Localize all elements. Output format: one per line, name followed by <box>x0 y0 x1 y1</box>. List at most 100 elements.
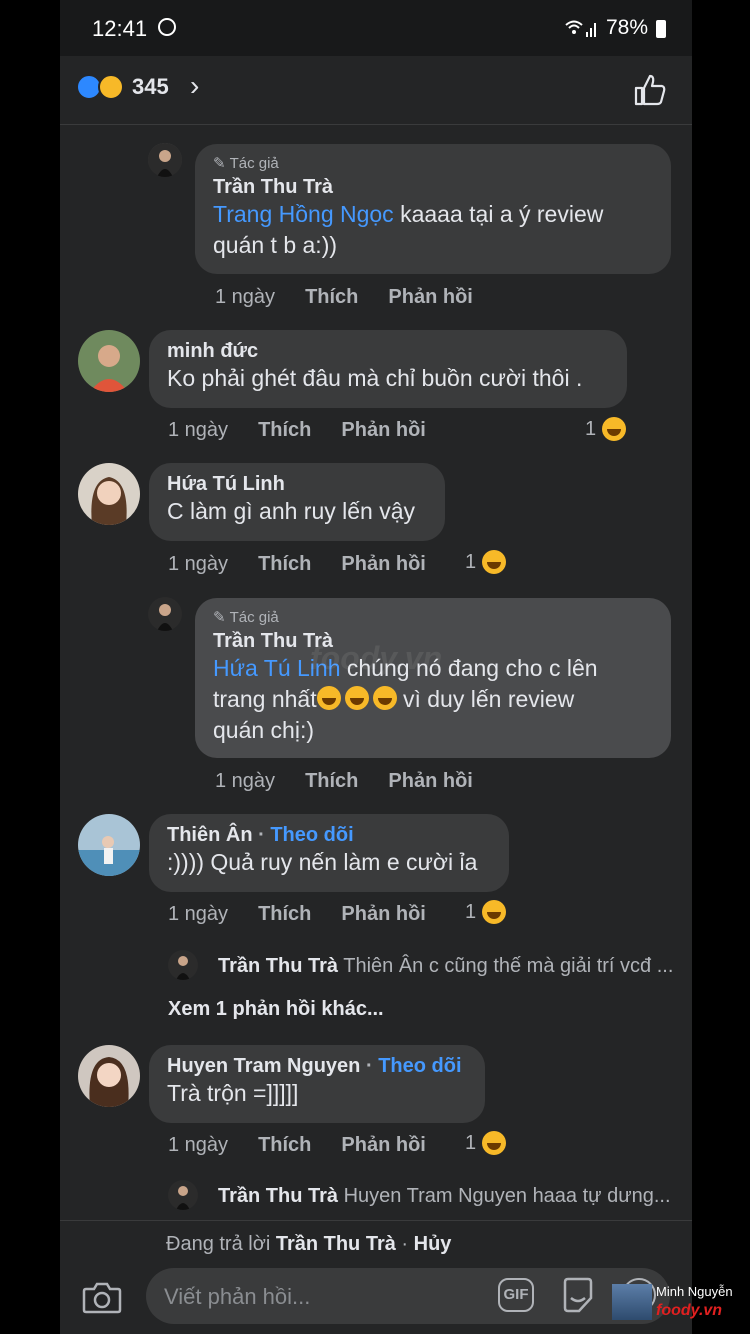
camera-icon[interactable] <box>82 1280 122 1314</box>
crying-laughing-emoji <box>316 686 341 710</box>
chevron-right-icon[interactable]: › <box>190 70 199 102</box>
follow-button[interactable]: Theo dõi <box>270 824 353 846</box>
comment-bubble: Huyen Tram Nguyen · Theo dõi Trà trộn =]… <box>149 1045 485 1123</box>
comment-bubble: ✎ Tác giả Trần Thu Trà Hứa Tú Linh chúng… <box>195 598 671 758</box>
wifi-signal-icon <box>565 20 596 37</box>
comment-time: 1 ngày <box>168 553 229 575</box>
like-button[interactable]: Thích <box>258 553 311 576</box>
author-tag: ✎ Tác giả <box>213 608 653 627</box>
foody-watermark: foody.vn <box>310 640 443 676</box>
avatar[interactable] <box>78 330 140 392</box>
like-button[interactable]: Thích <box>305 286 358 309</box>
comments-screen: 12:41 78% 345 › ✎ Tác giả Trần Thu Trà T… <box>60 0 692 1334</box>
like-button[interactable]: Thích <box>305 770 358 793</box>
mention-link[interactable]: Trang Hồng Ngọc <box>213 201 394 227</box>
pencil-icon: ✎ <box>213 609 226 626</box>
commenter-name[interactable]: Trần Thu Trà <box>213 176 653 199</box>
comment-text-part: quán t b a:)) <box>213 232 338 258</box>
reply-button[interactable]: Phản hồi <box>388 286 472 309</box>
avatar-photo <box>78 1045 140 1107</box>
status-indicators: 78% <box>564 16 666 40</box>
crying-laughing-emoji <box>372 686 397 710</box>
reaction-count: 1 <box>465 550 477 573</box>
haha-reaction-icon <box>98 74 124 100</box>
commenter-name[interactable]: Thiên Ân <box>167 824 253 846</box>
comment-text: C làm gì anh ruy lến vậy <box>167 498 416 524</box>
comment-actions: 1 ngày Thích Phản hồi <box>168 553 426 576</box>
comment-text-part: vì duy lến review <box>396 686 575 712</box>
avatar-photo <box>168 1180 198 1210</box>
separator-dot: · <box>258 824 265 846</box>
comment-text-part: kaaaa tại a ý review <box>393 201 604 227</box>
status-time: 12:41 <box>92 16 148 41</box>
comment-time: 1 ngày <box>168 419 229 441</box>
comment-text: Ko phải ghét đâu mà chỉ buồn cười thôi . <box>167 365 583 391</box>
reaction-summary[interactable]: 1 <box>585 417 627 441</box>
avatar[interactable] <box>168 950 198 980</box>
reply-button[interactable]: Phản hồi <box>341 553 425 576</box>
comment-text: Trà trộn =]]]]] <box>167 1080 299 1106</box>
avatar[interactable] <box>78 814 140 876</box>
sync-icon <box>158 18 176 36</box>
like-button[interactable]: Thích <box>258 419 311 442</box>
haha-reaction-icon <box>482 900 507 924</box>
view-more-replies-link[interactable]: Xem 1 phản hồi khác... <box>168 998 384 1021</box>
reply-input[interactable] <box>162 1280 476 1314</box>
avatar-photo <box>148 143 182 177</box>
reaction-summary[interactable]: 1 <box>465 900 507 924</box>
crying-laughing-emoji <box>344 686 369 710</box>
separator-dot: · <box>395 1233 414 1255</box>
sticker-icon[interactable] <box>560 1276 596 1314</box>
follow-button[interactable]: Theo dõi <box>378 1055 461 1077</box>
avatar[interactable] <box>78 463 140 525</box>
comment-time: 1 ngày <box>215 286 276 308</box>
comment-actions: 1 ngày Thích Phản hồi <box>168 1134 426 1157</box>
status-bar: 12:41 78% <box>60 0 692 56</box>
cancel-reply-button[interactable]: Hủy <box>414 1233 452 1255</box>
comment-bubble: Hứa Tú Linh C làm gì anh ruy lến vậy <box>149 463 445 541</box>
reply-button[interactable]: Phản hồi <box>341 903 425 926</box>
comment-bubble: Thiên Ân · Theo dõi :)))) Quả ruy nến là… <box>149 814 509 892</box>
comment-time: 1 ngày <box>168 903 229 925</box>
avatar-photo <box>148 597 182 631</box>
reply-button[interactable]: Phản hồi <box>341 419 425 442</box>
commenter-name[interactable]: minh đức <box>167 340 609 363</box>
thumbs-up-icon[interactable] <box>630 70 670 110</box>
gif-button[interactable]: GIF <box>498 1278 534 1312</box>
reaction-count: 1 <box>465 900 477 923</box>
haha-reaction-icon <box>482 1131 507 1155</box>
comment-text: Trang Hồng Ngọc kaaaa tại a ý review quá… <box>213 199 653 261</box>
replying-prefix: Đang trả lời <box>166 1233 276 1255</box>
reaction-summary[interactable]: 1 <box>465 550 507 574</box>
comment-composer: GIF <box>60 1268 692 1334</box>
reaction-count: 1 <box>585 417 597 440</box>
like-button[interactable]: Thích <box>258 1134 311 1157</box>
comment-time: 1 ngày <box>168 1134 229 1156</box>
commenter-name[interactable]: Huyen Tram Nguyen <box>167 1055 360 1077</box>
reply-preview-text: Huyen Tram Nguyen haaa tự dưng... <box>338 1185 671 1207</box>
haha-reaction-icon <box>602 417 627 441</box>
author-tag-label: Tác giả <box>229 608 279 626</box>
reply-button[interactable]: Phản hồi <box>388 770 472 793</box>
reactions-header: 345 › <box>60 56 692 125</box>
reply-preview[interactable]: Trần Thu Trà Thiên Ân c cũng thế mà giải… <box>218 955 673 978</box>
replying-to-bar: Đang trả lời Trần Thu Trà · Hủy <box>60 1220 692 1269</box>
reaction-icons[interactable] <box>76 74 128 100</box>
haha-reaction-icon <box>482 550 507 574</box>
reaction-count[interactable]: 345 <box>132 74 169 100</box>
avatar[interactable] <box>148 597 182 631</box>
reply-button[interactable]: Phản hồi <box>341 1134 425 1157</box>
watermark-user: Minh Nguyễn <box>656 1284 733 1299</box>
comment-actions: 1 ngày Thích Phản hồi <box>168 419 426 442</box>
like-button[interactable]: Thích <box>258 903 311 926</box>
avatar[interactable] <box>78 1045 140 1107</box>
author-tag: ✎ Tác giả <box>213 154 653 173</box>
replying-to-text: Đang trả lời Trần Thu Trà · Hủy <box>166 1233 451 1256</box>
commenter-name[interactable]: Hứa Tú Linh <box>167 473 427 496</box>
reply-preview[interactable]: Trần Thu Trà Huyen Tram Nguyen haaa tự d… <box>218 1185 671 1208</box>
comment-time: 1 ngày <box>215 770 276 792</box>
author-tag-label: Tác giả <box>229 154 279 172</box>
avatar[interactable] <box>148 143 182 177</box>
avatar[interactable] <box>168 1180 198 1210</box>
reaction-summary[interactable]: 1 <box>465 1131 507 1155</box>
